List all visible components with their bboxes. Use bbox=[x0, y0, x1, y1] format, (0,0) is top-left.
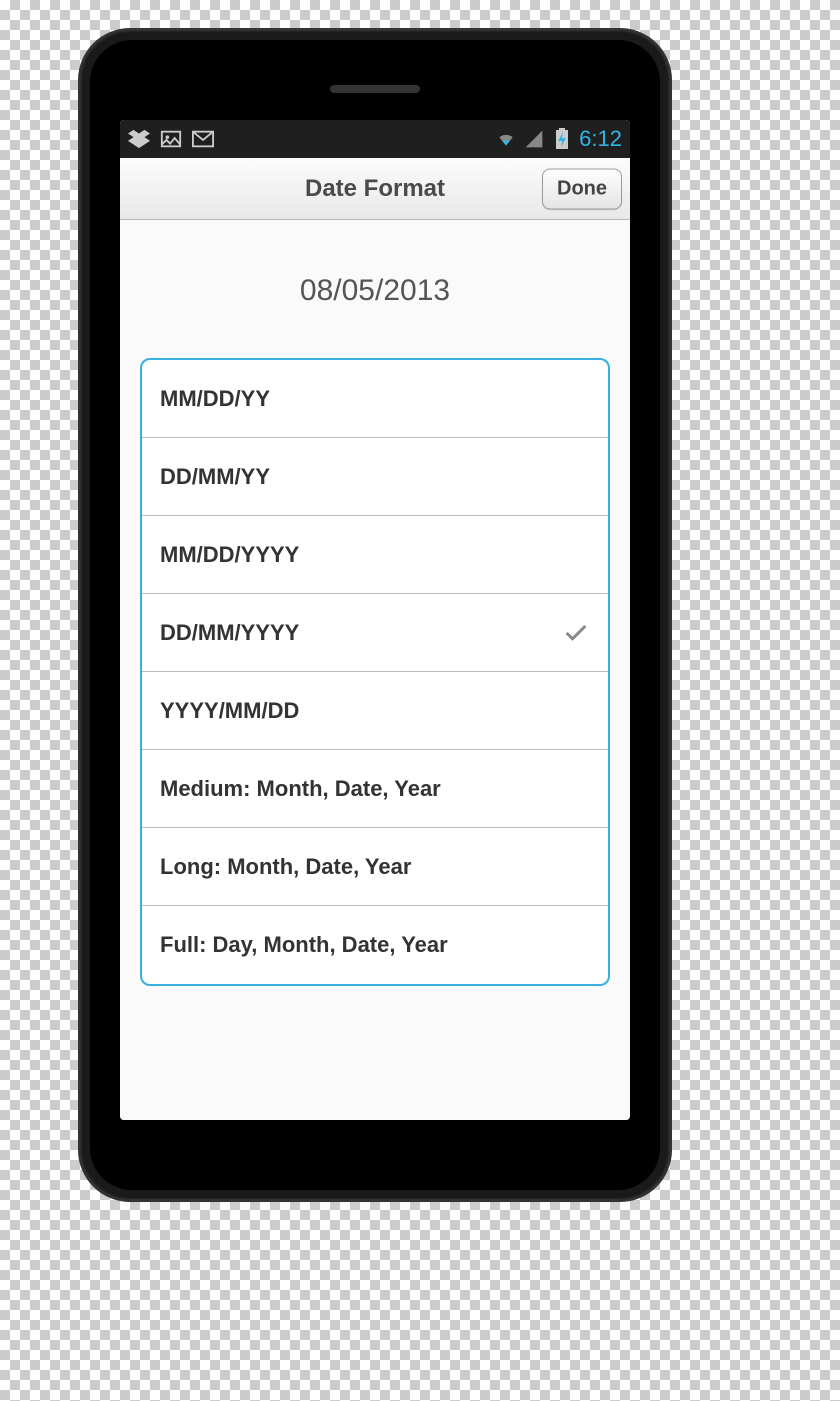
option-label: DD/MM/YYYY bbox=[160, 620, 299, 646]
phone-bezel: 6:12 Date Format Done 08/05/2013 MM/DD/Y… bbox=[90, 40, 660, 1190]
option-label: Medium: Month, Date, Year bbox=[160, 776, 441, 802]
option-label: YYYY/MM/DD bbox=[160, 698, 299, 724]
status-bar: 6:12 bbox=[120, 120, 630, 158]
status-system: 6:12 bbox=[495, 126, 622, 152]
format-option-dd-mm-yyyy[interactable]: DD/MM/YYYY bbox=[142, 594, 608, 672]
wifi-icon bbox=[495, 128, 517, 150]
format-option-dd-mm-yy[interactable]: DD/MM/YY bbox=[142, 438, 608, 516]
format-option-full[interactable]: Full: Day, Month, Date, Year bbox=[142, 906, 608, 984]
option-label: MM/DD/YY bbox=[160, 386, 270, 412]
date-preview: 08/05/2013 bbox=[120, 220, 630, 358]
screen: 6:12 Date Format Done 08/05/2013 MM/DD/Y… bbox=[120, 120, 630, 1120]
toolbar: Date Format Done bbox=[120, 158, 630, 220]
option-label: Long: Month, Date, Year bbox=[160, 854, 411, 880]
option-label: Full: Day, Month, Date, Year bbox=[160, 932, 448, 958]
phone-speaker bbox=[330, 85, 420, 93]
check-icon bbox=[562, 619, 590, 647]
option-label: MM/DD/YYYY bbox=[160, 542, 299, 568]
format-option-mm-dd-yyyy[interactable]: MM/DD/YYYY bbox=[142, 516, 608, 594]
format-options-list: MM/DD/YY DD/MM/YY MM/DD/YYYY DD/MM/YYYY bbox=[140, 358, 610, 986]
status-time: 6:12 bbox=[579, 126, 622, 152]
signal-icon bbox=[523, 128, 545, 150]
format-option-yyyy-mm-dd[interactable]: YYYY/MM/DD bbox=[142, 672, 608, 750]
status-notifications bbox=[128, 128, 214, 150]
option-label: DD/MM/YY bbox=[160, 464, 270, 490]
gallery-icon bbox=[160, 128, 182, 150]
content-area: 08/05/2013 MM/DD/YY DD/MM/YY MM/DD/YYYY … bbox=[120, 220, 630, 1120]
format-option-long[interactable]: Long: Month, Date, Year bbox=[142, 828, 608, 906]
battery-charging-icon bbox=[551, 128, 573, 150]
done-button[interactable]: Done bbox=[542, 168, 622, 209]
page-title: Date Format bbox=[305, 175, 445, 203]
gmail-icon bbox=[192, 128, 214, 150]
format-option-medium[interactable]: Medium: Month, Date, Year bbox=[142, 750, 608, 828]
dropbox-icon bbox=[128, 128, 150, 150]
format-option-mm-dd-yy[interactable]: MM/DD/YY bbox=[142, 360, 608, 438]
phone-frame: 6:12 Date Format Done 08/05/2013 MM/DD/Y… bbox=[80, 30, 670, 1200]
